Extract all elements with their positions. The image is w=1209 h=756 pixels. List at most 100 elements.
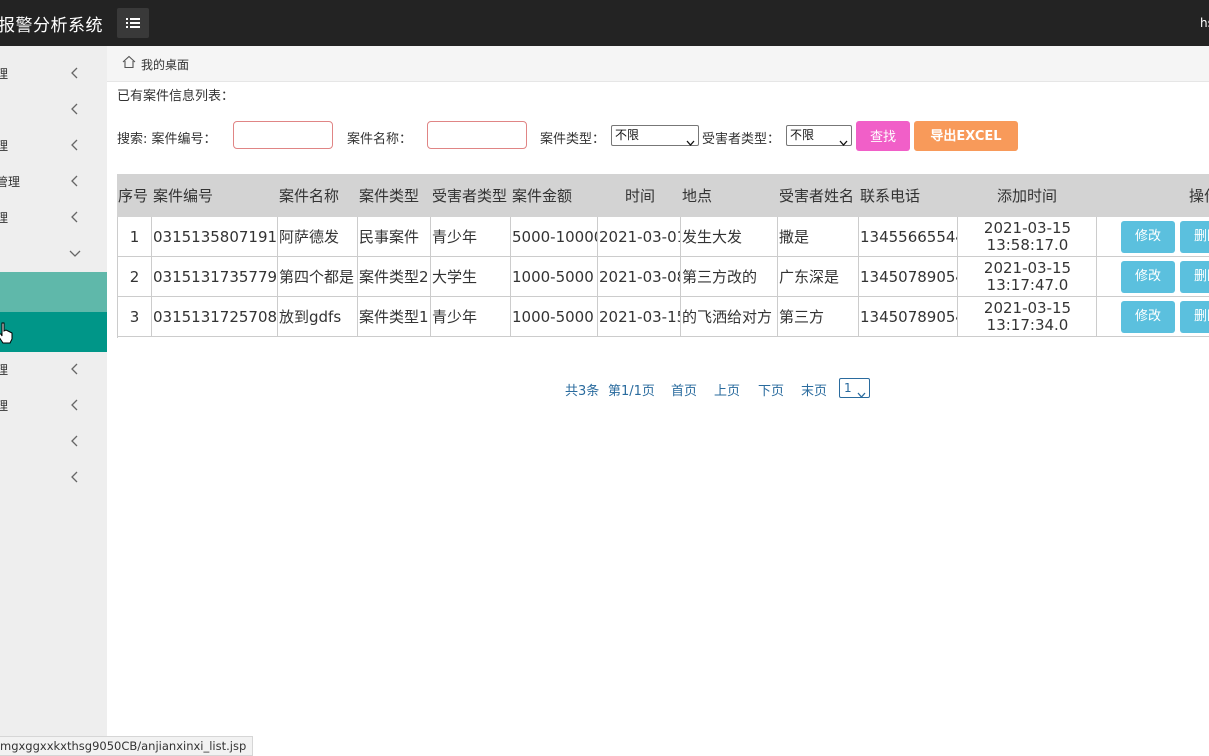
table-header: 序号 案件编号 案件名称 案件类型 受害者类型 案件金额 时间 地点 受害者姓名… (117, 174, 1209, 217)
edit-button[interactable]: 修改 (1121, 301, 1175, 333)
sidebar-item-6-expanded[interactable] (0, 235, 107, 271)
chevron-left-icon (68, 138, 82, 152)
col-header-victim-name: 受害者姓名 (779, 186, 855, 205)
added-date: 2021-03-15 (983, 299, 1072, 317)
col-header-name: 案件名称 (279, 186, 340, 205)
added-time: 13:58:17.0 (986, 236, 1069, 254)
cell-date: 2021-03-15 (598, 297, 681, 337)
cell-victim-type: 大学生 (431, 257, 511, 297)
case-type-select[interactable]: 不限 (611, 125, 699, 146)
chevron-left-icon (68, 434, 82, 448)
col-header-type: 案件类型 (359, 186, 420, 205)
delete-button[interactable]: 删除 (1180, 301, 1209, 333)
table-row: 1 03151358071912 阿萨德发 民事案件 青少年 5000-1000… (117, 217, 1209, 257)
cell-code: 03151358071912 (152, 217, 278, 257)
case-name-input[interactable] (427, 121, 527, 149)
cell-amount: 1000-5000 (511, 257, 598, 297)
case-name-label: 案件名称： (347, 132, 413, 147)
sidebar-item-5[interactable]: 理 (0, 199, 107, 235)
home-icon[interactable] (122, 55, 136, 69)
cell-place: 发生大发 (681, 217, 778, 257)
cell-no: 1 (117, 217, 152, 257)
col-header-place: 地点 (682, 186, 713, 205)
cell-name: 放到gdfs (278, 297, 358, 337)
col-header-amount: 案件金额 (512, 186, 573, 205)
sidebar-item-9[interactable] (0, 423, 107, 459)
pager-prev-link[interactable]: 上页 (714, 380, 740, 399)
sidebar-item-label: 理 (0, 67, 9, 81)
chevron-left-icon (68, 210, 82, 224)
col-header-code: 案件编号 (153, 186, 214, 205)
case-code-input[interactable] (233, 121, 333, 149)
menu-toggle-button[interactable] (117, 8, 149, 38)
list-title: 已有案件信息列表： (117, 89, 235, 104)
cell-amount: 5000-10000 (511, 217, 598, 257)
col-header-actions: 操作 (1189, 186, 1209, 205)
search-button[interactable]: 查找 (856, 121, 910, 151)
sidebar-item-1[interactable]: 理 (0, 55, 107, 91)
chevron-left-icon (68, 398, 82, 412)
chevron-down-icon (857, 385, 866, 398)
victim-type-select[interactable]: 不限 (786, 125, 852, 146)
edit-button[interactable]: 修改 (1121, 221, 1175, 253)
added-date: 2021-03-15 (983, 259, 1072, 277)
table-row: 3 03151317257088 放到gdfs 案件类型1 青少年 1000-5… (117, 297, 1209, 337)
victim-type-label: 受害者类型： (702, 132, 781, 147)
cell-victim-name: 撒是 (778, 217, 859, 257)
sidebar-item-label: 管理 (0, 175, 21, 189)
pager-page-info: 第1/1页 (608, 384, 655, 399)
top-bar: 报警分析系统 hs (0, 0, 1209, 46)
table-row: 2 03151317357796 第四个都是 案件类型2 大学生 1000-50… (117, 257, 1209, 297)
chevron-down-icon (686, 133, 695, 146)
breadcrumb-desktop[interactable]: 我的桌面 (141, 56, 189, 73)
pager-next-link[interactable]: 下页 (758, 380, 784, 399)
cell-actions: 修改 删除 (1097, 297, 1209, 337)
sidebar: 理 理 管理 理 理 理 (0, 46, 107, 756)
cell-actions: 修改 删除 (1097, 217, 1209, 257)
cell-amount: 1000-5000 (511, 297, 598, 337)
sidebar-subitem[interactable] (0, 272, 107, 312)
victim-type-select-value: 不限 (790, 128, 815, 142)
cell-code: 03151317357796 (152, 257, 278, 297)
delete-button[interactable]: 删除 (1180, 221, 1209, 253)
export-excel-button[interactable]: 导出EXCEL (914, 121, 1018, 151)
sidebar-item-10[interactable] (0, 459, 107, 495)
cell-phone: 13455665544 (859, 217, 958, 257)
delete-button[interactable]: 删除 (1180, 261, 1209, 293)
case-type-select-value: 不限 (615, 128, 640, 142)
case-type-label: 案件类型： (540, 132, 606, 147)
cell-type: 民事案件 (358, 217, 431, 257)
cell-added-time: 2021-03-15 13:17:34.0 (958, 297, 1097, 337)
col-header-date: 时间 (624, 186, 655, 205)
chevron-left-icon (68, 362, 82, 376)
pager-page-select[interactable]: 1 (839, 378, 870, 398)
pager-first-link[interactable]: 首页 (671, 380, 697, 399)
added-time: 13:17:34.0 (986, 316, 1069, 334)
chevron-left-icon (68, 66, 82, 80)
breadcrumb: 我的桌面 (107, 46, 1209, 82)
added-time: 13:17:47.0 (986, 276, 1069, 294)
sidebar-item-label: 理 (0, 211, 9, 225)
cell-victim-type: 青少年 (431, 297, 511, 337)
sidebar-item-3[interactable]: 理 (0, 127, 107, 163)
user-name[interactable]: hs (1200, 16, 1209, 30)
chevron-down-icon (839, 133, 848, 146)
cell-no: 3 (117, 297, 152, 337)
chevron-down-icon (68, 246, 82, 260)
pager-page-select-value: 1 (844, 381, 852, 395)
cell-victim-name: 第三方 (778, 297, 859, 337)
sidebar-item-2[interactable] (0, 91, 107, 127)
sidebar-subitem-active[interactable] (0, 312, 107, 352)
col-header-phone: 联系电话 (860, 186, 921, 205)
cell-place: 的飞洒给对方 (681, 297, 778, 337)
chevron-left-icon (68, 102, 82, 116)
app-title: 报警分析系统 (0, 16, 103, 36)
edit-button[interactable]: 修改 (1121, 261, 1175, 293)
sidebar-item-label: 理 (0, 363, 9, 377)
cell-added-time: 2021-03-15 13:17:47.0 (958, 257, 1097, 297)
cell-victim-type: 青少年 (431, 217, 511, 257)
cell-victim-name: 广东深是 (778, 257, 859, 297)
sidebar-item-4[interactable]: 管理 (0, 163, 107, 199)
cell-name: 第四个都是 (278, 257, 358, 297)
pager-last-link[interactable]: 末页 (801, 380, 827, 399)
